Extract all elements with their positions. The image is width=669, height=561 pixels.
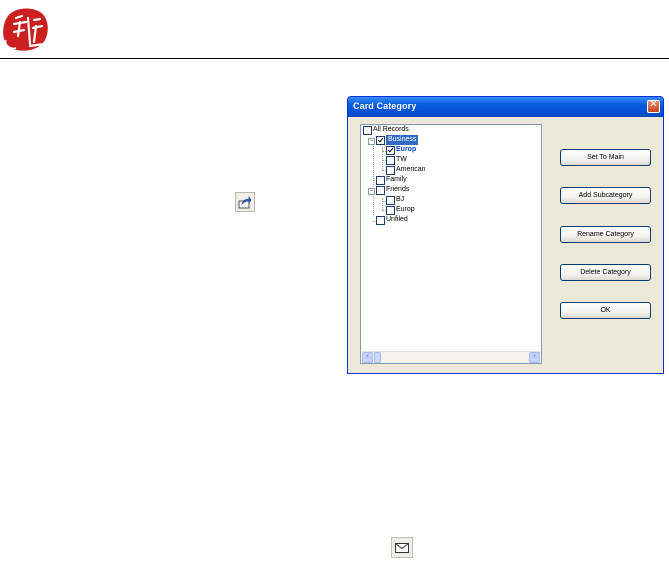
logo-seal-icon [0,6,52,54]
category-tree[interactable]: − − All Records Business Europ TW Americ… [360,124,542,364]
set-to-main-button[interactable]: Set To Main [560,149,651,166]
scroll-left-button[interactable]: ‹ [362,352,373,363]
tree-item-tw[interactable]: TW [386,155,407,165]
export-icon[interactable] [235,192,255,212]
checkbox[interactable] [376,185,385,195]
tree-connector [373,141,374,215]
header-divider [0,58,669,59]
collapse-business-icon[interactable]: − [368,138,375,145]
tree-item-europ-friends[interactable]: Europ [386,205,415,215]
close-icon: ✕ [649,99,658,110]
tree-item-unfiled[interactable]: Unfiled [376,215,408,225]
rename-category-button[interactable]: Rename Category [560,226,651,243]
tree-item-family[interactable]: Family [376,175,407,185]
checkbox-checked[interactable] [386,145,395,155]
card-category-dialog: Card Category ✕ − − All Records Business… [347,96,664,374]
checkbox[interactable] [363,125,372,135]
scroll-thumb[interactable] [374,352,381,363]
tree-connector [382,198,383,210]
ok-button[interactable]: OK [560,302,651,319]
dialog-titlebar[interactable]: Card Category ✕ [348,97,663,117]
chevron-left-icon: ‹ [366,352,369,360]
horizontal-scrollbar[interactable]: ‹ › [362,351,540,363]
checkbox[interactable] [386,165,395,175]
checkbox[interactable] [376,215,385,225]
mail-icon[interactable] [391,537,413,558]
tree-item-american[interactable]: American [386,165,426,175]
tree-item-business[interactable]: Business [376,135,419,145]
checkbox-checked[interactable] [376,135,385,145]
dialog-title: Card Category [353,101,417,111]
chevron-right-icon: › [533,352,536,360]
collapse-friends-icon[interactable]: − [368,188,375,195]
tree-item-bj[interactable]: BJ [386,195,404,205]
delete-category-button[interactable]: Delete Category [560,264,651,281]
tree-item-europ[interactable]: Europ [386,145,416,155]
checkbox[interactable] [386,205,395,215]
checkbox[interactable] [386,155,395,165]
checkbox[interactable] [376,175,385,185]
tree-item-all-records[interactable]: All Records [363,125,409,135]
scroll-right-button[interactable]: › [529,352,540,363]
checkbox[interactable] [386,195,395,205]
add-subcategory-button[interactable]: Add Subcategory [560,187,651,204]
tree-item-friends[interactable]: Friends [376,185,409,195]
close-button[interactable]: ✕ [647,99,660,113]
